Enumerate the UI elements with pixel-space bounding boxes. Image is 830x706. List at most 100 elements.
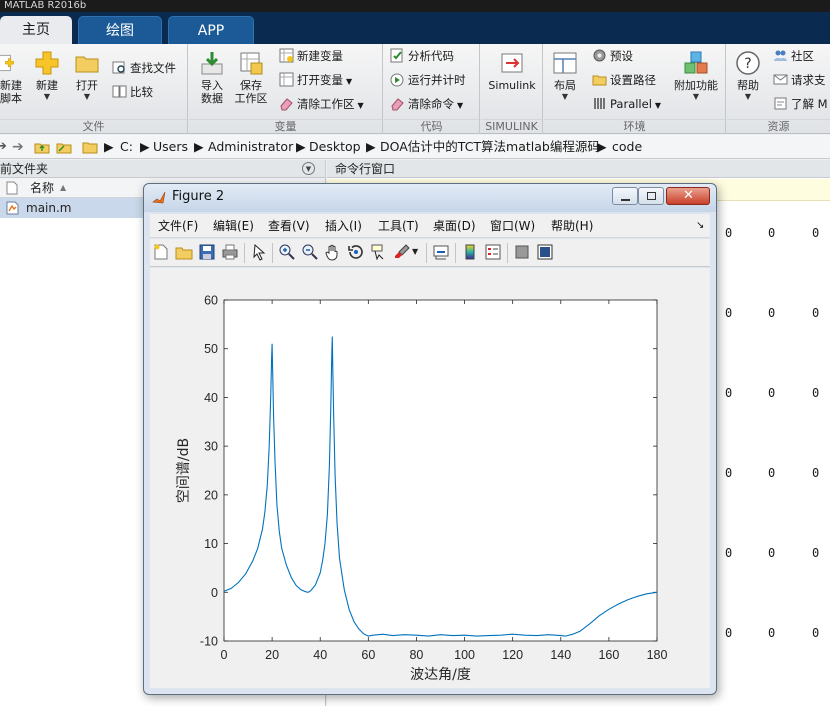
svg-text:?: ? — [744, 56, 751, 72]
layout-button[interactable]: 布局 ▼ — [550, 50, 580, 102]
addons-button[interactable]: 附加功能 ▼ — [672, 50, 720, 102]
save-icon[interactable] — [198, 243, 216, 261]
new-variable-button[interactable]: 新建变量 — [279, 46, 343, 66]
breadcrumb-item[interactable]: C: — [120, 135, 133, 159]
community-button[interactable]: 社区 — [773, 46, 814, 66]
open-variable-button[interactable]: 打开变量 ▼ — [279, 70, 352, 90]
current-folder-header: 当前文件夹 ▼ — [0, 160, 325, 178]
rotate-3d-icon[interactable] — [347, 243, 365, 261]
minimize-button[interactable] — [612, 187, 638, 205]
resources-section-label: 资源 — [727, 119, 830, 133]
pointer-icon[interactable] — [250, 243, 268, 261]
output-value: 0 — [768, 226, 776, 240]
simulink-button[interactable]: Simulink — [485, 50, 539, 92]
tab-apps[interactable]: APP — [168, 16, 254, 44]
open-file-icon[interactable] — [175, 243, 193, 261]
output-value: 0 — [768, 386, 776, 400]
compare-button[interactable]: 比较 — [112, 82, 153, 102]
gear-icon — [593, 49, 606, 62]
new-button[interactable]: 新建 ▼ — [32, 50, 62, 102]
open-button[interactable]: 打开 ▼ — [72, 50, 102, 102]
clear-commands-button[interactable]: 清除命令 ▼ — [390, 94, 463, 114]
breadcrumb-item[interactable]: DOA估计中的TCT算法matlab编程源码 — [380, 135, 600, 159]
maximize-button[interactable] — [638, 187, 664, 205]
forward-arrow-icon[interactable]: ➔ — [12, 135, 24, 159]
data-cursor-icon[interactable] — [370, 243, 388, 261]
up-folder-icon[interactable] — [34, 139, 50, 155]
breadcrumb-item[interactable]: Users — [153, 135, 188, 159]
name-column-header[interactable]: 名称 — [30, 178, 54, 198]
spectrum-plot[interactable]: 0 20 40 60 80 100 120 140 160 180-100102030405060… — [150, 268, 710, 688]
code-section: 分析代码 运行并计时 清除命令 ▼ 代码 — [384, 44, 480, 134]
command-window-header: 命令行窗口 — [327, 160, 830, 178]
menu-desktop[interactable]: 桌面(D) — [433, 214, 476, 238]
close-button[interactable]: ✕ — [666, 187, 710, 205]
save-workspace-button[interactable]: 保存 工作区 — [233, 50, 269, 105]
clear-workspace-button[interactable]: 清除工作区 ▼ — [279, 94, 364, 114]
menu-edit[interactable]: 编辑(E) — [213, 214, 254, 238]
chevron-down-icon: ▼ — [654, 101, 662, 110]
new-script-button[interactable]: 新建 脚本 — [0, 50, 24, 105]
new-figure-icon[interactable] — [152, 243, 170, 261]
import-data-button[interactable]: 导入 数据 — [195, 50, 229, 105]
ribbon-tab-bar: 主页 绘图 APP — [0, 12, 830, 44]
menu-tools[interactable]: 工具(T) — [378, 214, 419, 238]
pan-hand-icon[interactable] — [324, 243, 342, 261]
menu-file[interactable]: 文件(F) — [158, 214, 198, 238]
dock-arrow-icon[interactable]: ↘ — [696, 214, 704, 238]
output-value: 0 — [725, 306, 733, 320]
new-script-icon — [0, 54, 14, 72]
zoom-in-icon[interactable] — [278, 243, 296, 261]
analyze-code-icon — [390, 48, 403, 63]
menu-window[interactable]: 窗口(W) — [490, 214, 535, 238]
help-button[interactable]: ? 帮助 ▼ — [733, 50, 763, 102]
figure-titlebar[interactable]: Figure 2 ✕ — [144, 184, 716, 212]
y-tick-label: 40 — [204, 391, 218, 405]
breadcrumb-separator: ▶ — [194, 139, 204, 154]
toolbar-separator — [244, 243, 245, 263]
show-plot-tools-icon[interactable] — [536, 243, 554, 261]
parallel-button[interactable]: Parallel ▼ — [592, 94, 661, 114]
print-icon[interactable] — [221, 243, 239, 261]
tab-plots[interactable]: 绘图 — [78, 16, 162, 44]
import-data-icon — [201, 52, 223, 75]
breadcrumb-item[interactable]: code — [612, 135, 642, 159]
eraser-icon — [391, 98, 404, 111]
link-plot-icon[interactable] — [432, 243, 450, 261]
preferences-label: 预设 — [610, 49, 633, 63]
analyze-code-button[interactable]: 分析代码 — [390, 46, 454, 66]
x-tick-label: 60 — [361, 648, 375, 662]
panel-menu-icon[interactable]: ▼ — [302, 162, 315, 175]
brush-icon[interactable] — [393, 243, 411, 261]
support-icon — [773, 74, 788, 85]
menu-view[interactable]: 查看(V) — [268, 214, 310, 238]
x-tick-label: 180 — [647, 648, 668, 662]
run-and-time-button[interactable]: 运行并计时 — [390, 70, 466, 90]
legend-icon[interactable] — [484, 243, 502, 261]
hide-plot-tools-icon[interactable] — [513, 243, 531, 261]
breadcrumb-item[interactable]: Administrator — [208, 135, 293, 159]
simulink-icon — [501, 53, 523, 73]
breadcrumb-item[interactable]: Desktop — [309, 135, 361, 159]
colorbar-icon[interactable] — [461, 243, 479, 261]
menu-insert[interactable]: 插入(I) — [325, 214, 362, 238]
back-arrow-icon[interactable]: ➔ — [0, 135, 7, 159]
tab-home[interactable]: 主页 — [0, 16, 72, 44]
preferences-button[interactable]: 预设 — [592, 46, 633, 66]
file-section-label: 文件 — [0, 119, 187, 133]
set-path-button[interactable]: 设置路径 — [592, 70, 656, 90]
y-tick-label: 60 — [204, 294, 218, 308]
chevron-down-icon[interactable]: ▼ — [412, 243, 430, 261]
new-variable-label: 新建变量 — [297, 49, 343, 63]
menu-help[interactable]: 帮助(H) — [551, 214, 593, 238]
browse-folder-icon[interactable] — [56, 139, 72, 155]
compare-icon — [112, 85, 127, 98]
request-support-button[interactable]: 请求支 — [773, 70, 826, 90]
x-tick-label: 120 — [502, 648, 523, 662]
chevron-down-icon: ▼ — [346, 77, 353, 86]
figure-canvas[interactable]: 0 20 40 60 80 100 120 140 160 180 -10 0 10 20 30 40 50 60… — [150, 268, 710, 688]
open-variable-icon — [279, 72, 294, 87]
find-files-button[interactable]: 查找文件 — [112, 58, 176, 78]
learn-matlab-button[interactable]: 了解 M — [773, 94, 828, 114]
zoom-out-icon[interactable] — [301, 243, 319, 261]
